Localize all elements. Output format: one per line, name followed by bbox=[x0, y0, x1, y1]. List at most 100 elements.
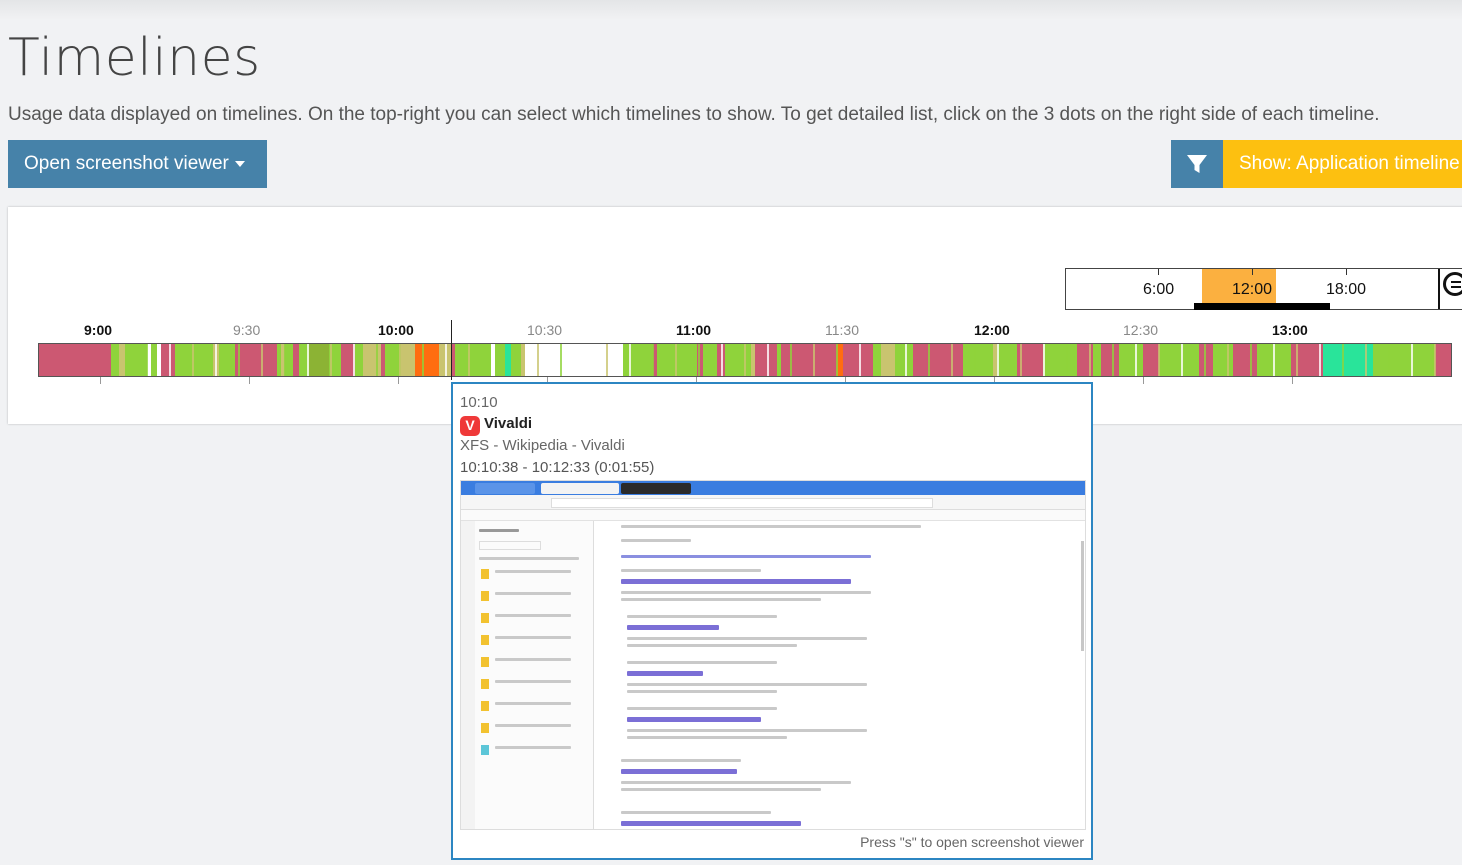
timeline-segment[interactable] bbox=[1388, 344, 1390, 376]
timeline-segment[interactable] bbox=[698, 344, 700, 376]
timeline-segment[interactable] bbox=[843, 344, 873, 376]
timeline-segment[interactable] bbox=[146, 344, 148, 376]
timeline-segment[interactable] bbox=[606, 344, 608, 376]
timeline-segment[interactable] bbox=[525, 344, 623, 376]
timeline-segment[interactable] bbox=[123, 344, 125, 376]
timeline-segment[interactable] bbox=[1411, 344, 1413, 376]
application-timeline-track[interactable] bbox=[38, 343, 1452, 377]
timeline-segment[interactable] bbox=[353, 344, 355, 376]
timeline-segment[interactable] bbox=[215, 344, 217, 376]
timeline-segment[interactable] bbox=[1112, 344, 1114, 376]
timeline-segment[interactable] bbox=[169, 344, 171, 376]
timeline-segment[interactable] bbox=[703, 344, 717, 376]
timeline-segment[interactable] bbox=[905, 344, 907, 376]
timeline-segment[interactable] bbox=[422, 344, 424, 376]
timeline-segment[interactable] bbox=[1089, 344, 1091, 376]
timeline-segment[interactable] bbox=[1319, 344, 1321, 376]
timeline-segment[interactable] bbox=[675, 344, 677, 376]
timeline-segment[interactable] bbox=[1181, 344, 1183, 376]
timeline-segment[interactable] bbox=[725, 344, 751, 376]
screenshot-thumbnail[interactable] bbox=[460, 480, 1086, 830]
timeline-segment[interactable] bbox=[836, 344, 838, 376]
timeline-segment[interactable] bbox=[175, 344, 213, 376]
timeline-segment[interactable] bbox=[1135, 344, 1137, 376]
timeline-segment[interactable] bbox=[1273, 344, 1275, 376]
timeline-segment[interactable] bbox=[537, 344, 539, 376]
timeline-segment[interactable] bbox=[657, 344, 697, 376]
timeline-segment[interactable] bbox=[974, 344, 976, 376]
timeline-segment[interactable] bbox=[1043, 344, 1077, 376]
timeline-segment[interactable] bbox=[859, 344, 861, 376]
timeline-segment[interactable] bbox=[997, 344, 1017, 376]
timeline-segment[interactable] bbox=[1434, 344, 1436, 376]
timeline-segment[interactable] bbox=[1373, 344, 1435, 376]
timeline-segment[interactable] bbox=[767, 344, 769, 376]
timeline-segment[interactable] bbox=[309, 344, 329, 376]
timeline-segment[interactable] bbox=[652, 344, 654, 376]
timeline-segment[interactable] bbox=[1043, 344, 1045, 376]
timeline-segment[interactable] bbox=[913, 344, 963, 376]
show-timeline-button[interactable]: Show: Application timeline bbox=[1223, 140, 1462, 188]
timeline-segment[interactable] bbox=[951, 344, 953, 376]
timeline-segment[interactable] bbox=[1101, 344, 1119, 376]
timeline-segment[interactable] bbox=[1158, 344, 1160, 376]
timeline-segment[interactable] bbox=[1213, 344, 1233, 376]
timeline-segment[interactable] bbox=[192, 344, 194, 376]
timeline-segment[interactable] bbox=[39, 344, 111, 376]
timeline-segment[interactable] bbox=[813, 344, 815, 376]
timeline-segment[interactable] bbox=[1250, 344, 1252, 376]
timeline-segment[interactable] bbox=[755, 344, 777, 376]
timeline-segment[interactable] bbox=[238, 344, 240, 376]
zoom-reset-icon[interactable] bbox=[1443, 272, 1462, 296]
timeline-segment[interactable] bbox=[415, 344, 439, 376]
timeline-segment[interactable] bbox=[330, 344, 332, 376]
timeline-segment[interactable] bbox=[399, 344, 401, 376]
timeline-segment[interactable] bbox=[514, 344, 516, 376]
timeline-segment[interactable] bbox=[997, 344, 999, 376]
timeline-segment[interactable] bbox=[125, 344, 147, 376]
timeline-segment[interactable] bbox=[1020, 344, 1022, 376]
timeline-segment[interactable] bbox=[1204, 344, 1206, 376]
timeline-segment[interactable] bbox=[629, 344, 631, 376]
timeline-segment[interactable] bbox=[721, 344, 723, 376]
timeline-segment[interactable] bbox=[455, 344, 491, 376]
timeline-segment[interactable] bbox=[882, 344, 884, 376]
timeline-segment[interactable] bbox=[1119, 344, 1143, 376]
timeline-segment[interactable] bbox=[1066, 344, 1068, 376]
timeline-segment[interactable] bbox=[744, 344, 746, 376]
timeline-segment[interactable] bbox=[873, 344, 881, 376]
timeline-segment[interactable] bbox=[235, 344, 277, 376]
timeline-segment[interactable] bbox=[1143, 344, 1159, 376]
timeline-segment[interactable] bbox=[307, 344, 309, 376]
timeline-segment[interactable] bbox=[928, 344, 930, 376]
timeline-segment[interactable] bbox=[1342, 344, 1344, 376]
timeline-segment[interactable] bbox=[1233, 344, 1257, 376]
timeline-segment[interactable] bbox=[468, 344, 470, 376]
timeline-segment[interactable] bbox=[583, 344, 585, 376]
timeline-segment[interactable] bbox=[511, 344, 521, 376]
timeline-segment[interactable] bbox=[1296, 344, 1298, 376]
zoom-selector[interactable]: 6:00 12:00 18:00 bbox=[1065, 268, 1462, 310]
timeline-segment[interactable] bbox=[363, 344, 381, 376]
timeline-segment[interactable] bbox=[1435, 344, 1451, 376]
timeline-segment[interactable] bbox=[895, 344, 913, 376]
timeline-segment[interactable] bbox=[376, 344, 378, 376]
timeline-segment[interactable] bbox=[284, 344, 286, 376]
timeline-segment[interactable] bbox=[219, 344, 235, 376]
timeline-segment[interactable] bbox=[1365, 344, 1367, 376]
timeline-segment[interactable] bbox=[285, 344, 293, 376]
filter-button[interactable] bbox=[1171, 140, 1223, 188]
timeline-segment[interactable] bbox=[445, 344, 447, 376]
timeline-segment[interactable] bbox=[1093, 344, 1101, 376]
timeline-segment[interactable] bbox=[623, 344, 653, 376]
timeline-segment[interactable] bbox=[261, 344, 263, 376]
timeline-segment[interactable] bbox=[1199, 344, 1213, 376]
timeline-segment[interactable] bbox=[963, 344, 993, 376]
zoom-window-bar[interactable] bbox=[1194, 303, 1330, 310]
timeline-segment[interactable] bbox=[495, 344, 505, 376]
timeline-segment[interactable] bbox=[790, 344, 792, 376]
timeline-segment[interactable] bbox=[1159, 344, 1199, 376]
timeline-segment[interactable] bbox=[161, 344, 175, 376]
timeline-segment[interactable] bbox=[111, 344, 119, 376]
open-screenshot-viewer-button[interactable]: Open screenshot viewer bbox=[8, 140, 267, 188]
